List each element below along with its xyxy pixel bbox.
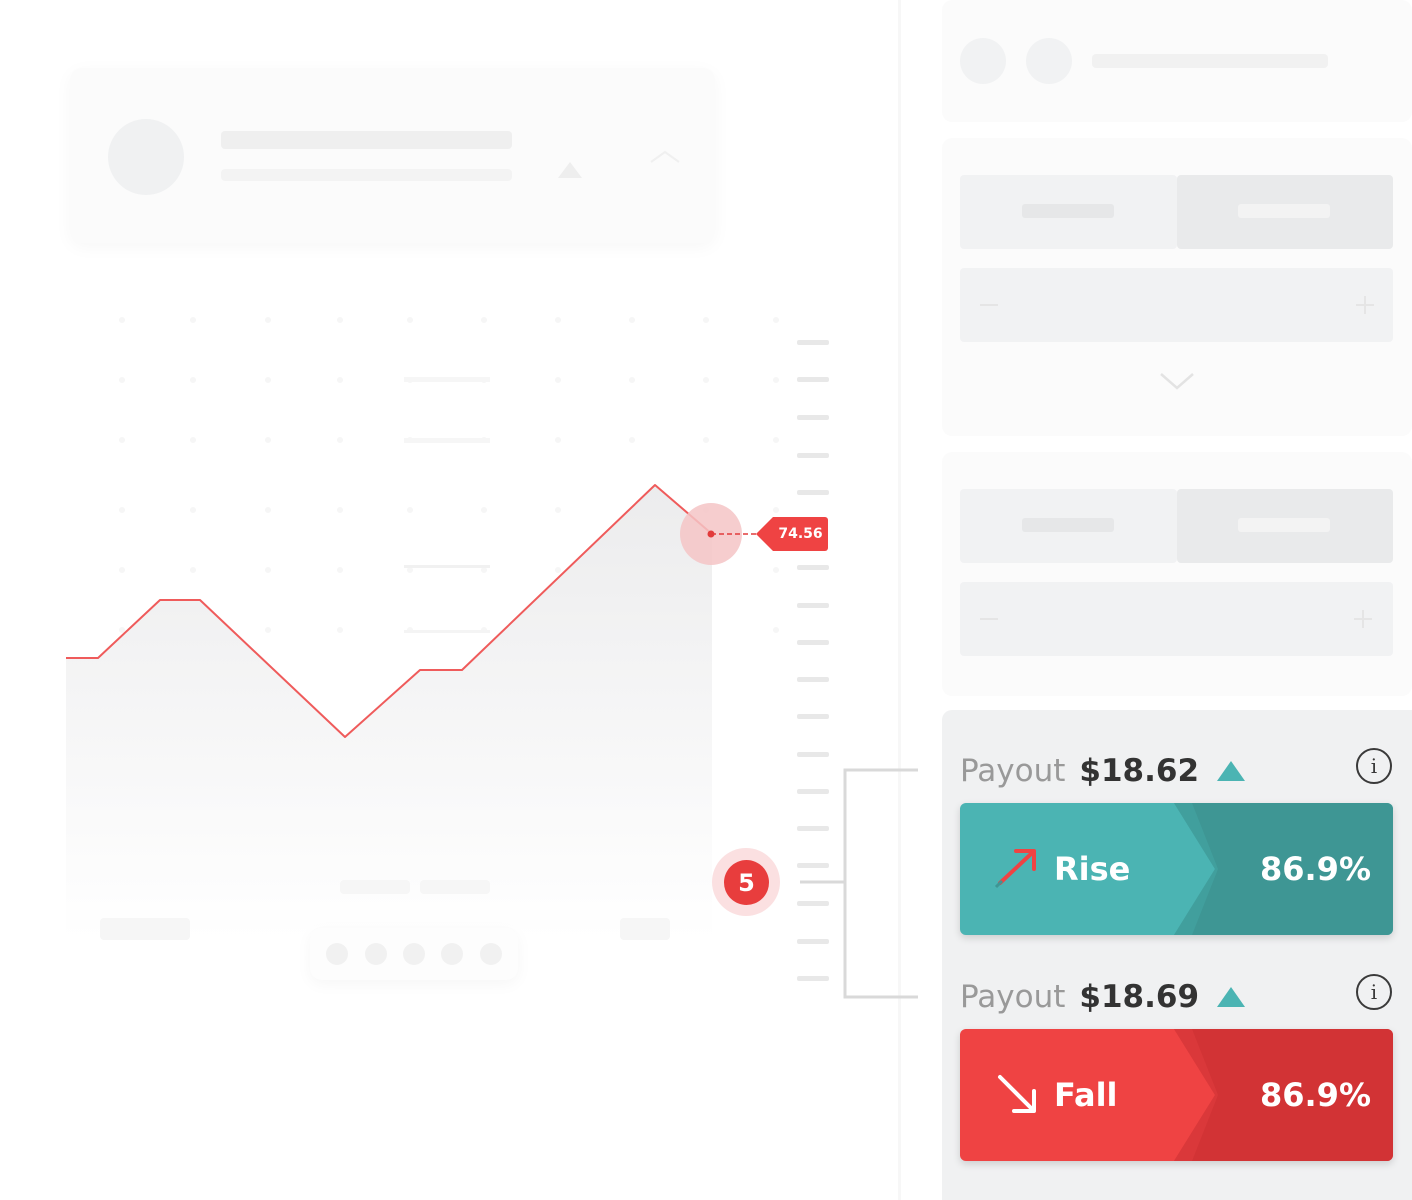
plus-icon-stem	[1362, 610, 1364, 628]
payout-up-icon	[1217, 761, 1246, 781]
asset-avatar	[108, 119, 184, 195]
tab-label-skeleton	[1022, 518, 1114, 532]
step-bracket	[800, 768, 918, 999]
pager-dot[interactable]	[441, 943, 464, 965]
account-avatar	[960, 38, 1006, 84]
duration-stepper[interactable]	[960, 268, 1393, 342]
tab-label-skeleton	[1238, 518, 1330, 532]
tab-label-skeleton	[1238, 204, 1330, 218]
payout-label: Payout	[960, 979, 1066, 1015]
tab-label-skeleton	[1022, 204, 1114, 218]
asset-subtitle-skeleton	[221, 169, 512, 181]
asset-trend-icon	[558, 162, 582, 178]
sidebar-divider	[898, 0, 901, 1200]
info-icon[interactable]: i	[1356, 748, 1392, 784]
current-price-tag: 74.56	[756, 517, 828, 551]
pager-dot[interactable]	[479, 943, 502, 965]
rise-percent: 86.9%	[1259, 850, 1371, 888]
rise-arrow-icon	[994, 849, 1036, 889]
stake-stepper[interactable]	[960, 582, 1393, 656]
rise-label: Rise	[1054, 850, 1131, 888]
fall-percent: 86.9%	[1259, 1076, 1371, 1114]
pager-dot[interactable]	[364, 943, 387, 965]
chart-area	[66, 485, 712, 940]
rise-button[interactable]: Rise 86.9%	[960, 803, 1393, 935]
fall-button[interactable]: Fall 86.9%	[960, 1029, 1393, 1161]
asset-name-skeleton	[221, 131, 512, 149]
fall-label: Fall	[1054, 1076, 1118, 1114]
minus-icon[interactable]	[980, 618, 998, 620]
plus-icon-stem	[1364, 296, 1366, 314]
minus-icon[interactable]	[980, 304, 998, 306]
payout-label: Payout	[960, 753, 1066, 789]
chevron-down-icon[interactable]	[1158, 370, 1196, 392]
payout-amount: $18.69	[1079, 979, 1200, 1015]
price-chart	[66, 317, 829, 981]
asset-chevron-icon	[650, 150, 680, 163]
fall-payout: Payout $18.69	[960, 977, 1246, 1017]
info-icon[interactable]: i	[1356, 974, 1392, 1010]
account-avatar	[1026, 38, 1072, 84]
step-badge: 5	[724, 860, 769, 905]
payout-amount: $18.62	[1079, 753, 1200, 789]
payout-up-icon	[1217, 987, 1246, 1007]
pager-dot[interactable]	[402, 943, 425, 965]
chart-pager[interactable]	[310, 928, 518, 980]
fall-arrow-icon	[998, 1075, 1036, 1113]
pager-dot[interactable]	[326, 943, 349, 965]
account-name-skeleton	[1092, 54, 1328, 68]
rise-payout: Payout $18.62	[960, 751, 1246, 791]
